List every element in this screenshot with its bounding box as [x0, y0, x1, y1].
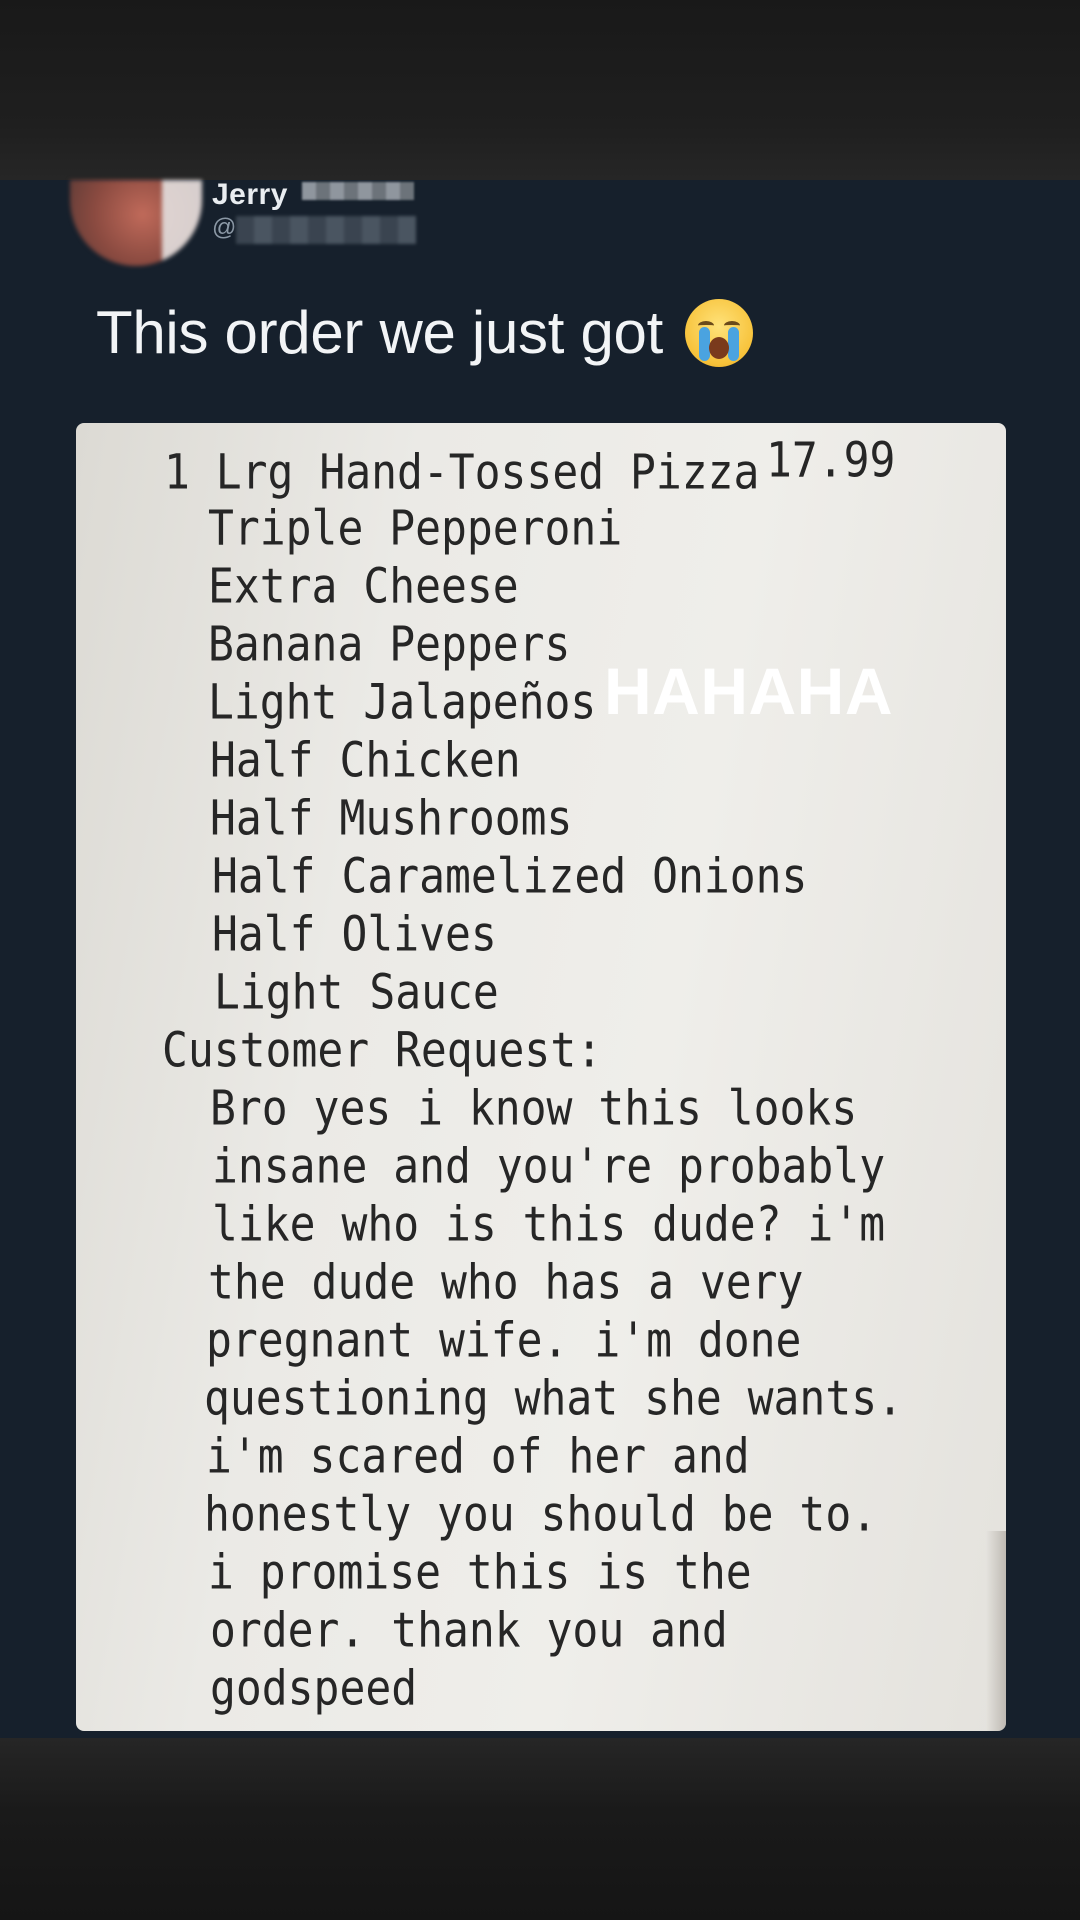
customer-request-line: order. thank you and: [210, 1603, 728, 1659]
receipt-item: 1 Lrg Hand-Tossed Pizza: [164, 445, 760, 501]
receipt-modifier: Extra Cheese: [208, 559, 519, 615]
customer-request-line: pregnant wife. i'm done: [206, 1313, 802, 1369]
tweet-post: Jerry @ This order we just got 1 Lrg Han…: [0, 178, 1080, 1738]
receipt-modifier: Half Olives: [212, 907, 497, 963]
overlay-caption: HAHAHA: [604, 654, 893, 728]
redacted-handle-blur: [236, 216, 416, 244]
customer-request-line: insane and you're probably: [212, 1139, 886, 1195]
customer-request-line: i promise this is the: [208, 1545, 752, 1601]
customer-request-line: the dude who has a very: [208, 1255, 804, 1311]
receipt-modifier: Half Mushrooms: [210, 791, 573, 847]
receipt-modifier: Half Chicken: [210, 733, 521, 789]
receipt-modifier: Banana Peppers: [208, 617, 571, 673]
customer-request-line: honestly you should be to.: [204, 1487, 878, 1543]
redacted-name-blur: [302, 182, 414, 200]
receipt-modifier: Light Sauce: [214, 965, 499, 1021]
customer-request-line: like who is this dude? i'm: [212, 1197, 886, 1253]
customer-request-line: godspeed: [210, 1661, 418, 1717]
receipt-modifier: Triple Pepperoni: [208, 501, 623, 557]
tweet-text: This order we just got: [96, 298, 753, 367]
author-name[interactable]: Jerry: [212, 178, 288, 212]
customer-request-line: questioning what she wants.: [204, 1371, 903, 1427]
author-handle[interactable]: @: [212, 214, 236, 242]
avatar[interactable]: [70, 180, 202, 266]
customer-request-line: Bro yes i know this looks: [210, 1081, 858, 1137]
loudly-crying-face-icon: [684, 298, 753, 367]
receipt-price: 17.99: [766, 433, 896, 489]
customer-request-label: Customer Request:: [162, 1023, 603, 1079]
customer-request-line: i'm scared of her and: [206, 1429, 750, 1485]
tweet-text-content: This order we just got: [96, 299, 663, 366]
receipt-modifier: Light Jalapeños: [208, 675, 597, 731]
receipt-photo: 1 Lrg Hand-Tossed Pizza 17.99 Triple Pep…: [76, 423, 1006, 1731]
receipt-modifier: Half Caramelized Onions: [212, 849, 808, 905]
top-letterbox: [0, 0, 1080, 180]
bottom-letterbox: [0, 1738, 1080, 1920]
